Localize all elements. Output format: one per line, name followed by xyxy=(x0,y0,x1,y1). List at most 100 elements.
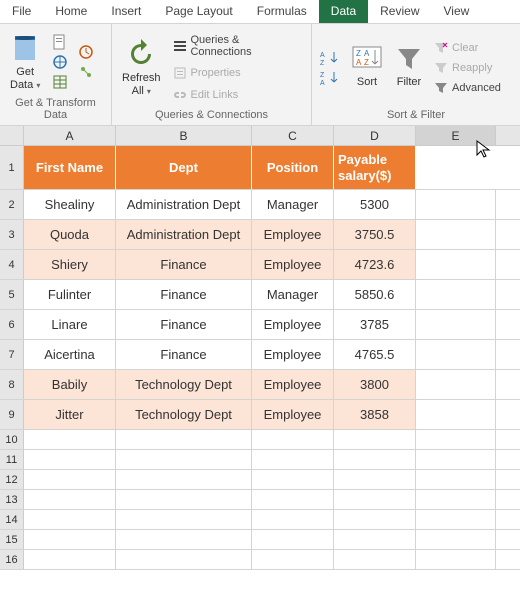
reapply-button[interactable]: Reapply xyxy=(432,61,503,75)
cell[interactable]: Employee xyxy=(252,310,334,339)
cell[interactable] xyxy=(334,550,416,569)
cell[interactable]: Shiery xyxy=(24,250,116,279)
cell[interactable]: 4723.6 xyxy=(334,250,416,279)
cell[interactable] xyxy=(116,550,252,569)
cell[interactable] xyxy=(416,310,496,339)
cell[interactable] xyxy=(334,530,416,549)
cell[interactable]: Employee xyxy=(252,400,334,429)
cell[interactable] xyxy=(116,510,252,529)
cell[interactable]: Employee xyxy=(252,340,334,369)
tab-review[interactable]: Review xyxy=(368,0,431,23)
cell[interactable] xyxy=(334,450,416,469)
cell[interactable]: Linare xyxy=(24,310,116,339)
row-header[interactable]: 8 xyxy=(0,370,24,399)
cell[interactable] xyxy=(116,470,252,489)
from-table-button[interactable] xyxy=(50,73,70,91)
tab-file[interactable]: File xyxy=(0,0,43,23)
cell[interactable] xyxy=(252,490,334,509)
cell[interactable] xyxy=(252,550,334,569)
cell[interactable]: Finance xyxy=(116,250,252,279)
cell[interactable] xyxy=(416,146,496,189)
cell[interactable] xyxy=(334,430,416,449)
row-header[interactable]: 3 xyxy=(0,220,24,249)
cell[interactable] xyxy=(416,220,496,249)
row-header[interactable]: 4 xyxy=(0,250,24,279)
header-cell[interactable]: Position xyxy=(252,146,334,189)
header-cell[interactable]: First Name xyxy=(24,146,116,189)
cell[interactable] xyxy=(252,530,334,549)
sort-button[interactable]: ZAAZ Sort xyxy=(348,28,386,107)
cell[interactable] xyxy=(24,510,116,529)
refresh-all-button[interactable]: RefreshAll ▾ xyxy=(118,28,165,107)
cell[interactable] xyxy=(416,190,496,219)
cell[interactable]: Aicertina xyxy=(24,340,116,369)
cell[interactable]: 3785 xyxy=(334,310,416,339)
cell[interactable] xyxy=(116,530,252,549)
cell[interactable] xyxy=(334,510,416,529)
cell[interactable]: Babily xyxy=(24,370,116,399)
cell[interactable] xyxy=(334,490,416,509)
properties-button[interactable]: Properties xyxy=(171,65,305,81)
row-header[interactable]: 9 xyxy=(0,400,24,429)
row-header[interactable]: 12 xyxy=(0,470,24,489)
row-header[interactable]: 11 xyxy=(0,450,24,469)
cell[interactable] xyxy=(252,430,334,449)
tab-formulas[interactable]: Formulas xyxy=(245,0,319,23)
cell[interactable] xyxy=(416,530,496,549)
existing-conn-button[interactable] xyxy=(76,63,96,81)
cell[interactable] xyxy=(416,400,496,429)
cell[interactable]: Manager xyxy=(252,280,334,309)
row-header[interactable]: 15 xyxy=(0,530,24,549)
cell[interactable] xyxy=(116,490,252,509)
cell[interactable]: 3750.5 xyxy=(334,220,416,249)
tab-insert[interactable]: Insert xyxy=(99,0,153,23)
cell[interactable] xyxy=(416,340,496,369)
queries-connections-button[interactable]: Queries & Connections xyxy=(171,33,305,59)
row-header[interactable]: 2 xyxy=(0,190,24,219)
cell[interactable]: Fulinter xyxy=(24,280,116,309)
from-web-button[interactable] xyxy=(50,53,70,71)
select-all-corner[interactable] xyxy=(0,126,24,145)
cell[interactable] xyxy=(416,550,496,569)
cell[interactable] xyxy=(116,450,252,469)
cell[interactable] xyxy=(252,510,334,529)
cell[interactable] xyxy=(416,490,496,509)
header-cell[interactable]: Payable salary($) xyxy=(334,146,416,189)
cell[interactable]: 3858 xyxy=(334,400,416,429)
cell[interactable]: Technology Dept xyxy=(116,400,252,429)
col-header-D[interactable]: D xyxy=(334,126,416,145)
tab-home[interactable]: Home xyxy=(43,0,99,23)
row-header[interactable]: 6 xyxy=(0,310,24,339)
cell[interactable] xyxy=(416,370,496,399)
cell[interactable] xyxy=(24,490,116,509)
recent-sources-button[interactable] xyxy=(76,43,96,61)
cell[interactable]: Employee xyxy=(252,250,334,279)
cell[interactable] xyxy=(416,510,496,529)
filter-button[interactable]: Filter xyxy=(392,28,426,107)
row-header[interactable]: 5 xyxy=(0,280,24,309)
sort-asc-button[interactable]: AZ xyxy=(318,49,342,67)
row-header[interactable]: 7 xyxy=(0,340,24,369)
cell[interactable]: 4765.5 xyxy=(334,340,416,369)
row-header[interactable]: 10 xyxy=(0,430,24,449)
tab-view[interactable]: View xyxy=(432,0,482,23)
tab-data[interactable]: Data xyxy=(319,0,368,23)
cell[interactable]: Technology Dept xyxy=(116,370,252,399)
cell[interactable]: 5300 xyxy=(334,190,416,219)
cell[interactable] xyxy=(116,430,252,449)
cell[interactable]: Administration Dept xyxy=(116,220,252,249)
cell[interactable] xyxy=(334,470,416,489)
cell[interactable] xyxy=(416,280,496,309)
col-header-B[interactable]: B xyxy=(116,126,252,145)
cell[interactable]: Employee xyxy=(252,370,334,399)
sort-desc-button[interactable]: ZA xyxy=(318,69,342,87)
cell[interactable]: Jitter xyxy=(24,400,116,429)
cell[interactable] xyxy=(24,530,116,549)
row-header[interactable]: 16 xyxy=(0,550,24,569)
cell[interactable]: Administration Dept xyxy=(116,190,252,219)
cell[interactable] xyxy=(24,470,116,489)
cell[interactable]: 5850.6 xyxy=(334,280,416,309)
cell[interactable]: Finance xyxy=(116,280,252,309)
row-header[interactable]: 13 xyxy=(0,490,24,509)
row-header[interactable]: 14 xyxy=(0,510,24,529)
